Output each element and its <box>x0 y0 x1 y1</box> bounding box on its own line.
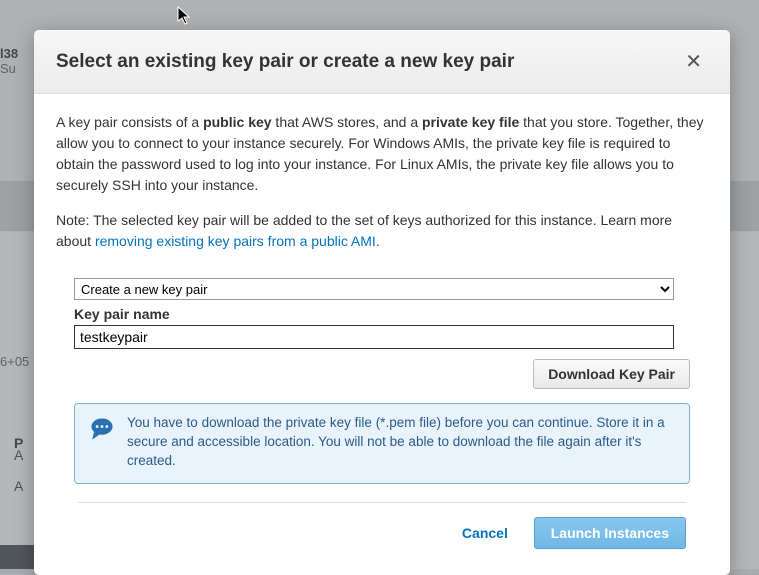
desc-text: A key pair consists of a <box>56 114 203 130</box>
modal-title: Select an existing key pair or create a … <box>56 51 514 73</box>
info-text: You have to download the <box>127 415 286 430</box>
remove-keypairs-link[interactable]: removing existing key pairs from a publi… <box>95 233 376 249</box>
form-area: Create a new key pair Key pair name Down… <box>34 276 730 575</box>
public-key-term: public key <box>203 114 271 130</box>
info-bold: private key file <box>286 415 372 430</box>
cancel-button[interactable]: Cancel <box>446 518 524 548</box>
description-paragraph-2: Note: The selected key pair will be adde… <box>56 210 708 252</box>
info-bubble-icon <box>89 416 115 442</box>
desc-text: . <box>376 233 380 249</box>
desc-text: that AWS stores, and a <box>272 114 422 130</box>
modal-body: A key pair consists of a public key that… <box>34 94 730 276</box>
keypair-modal: Select an existing key pair or create a … <box>34 30 730 575</box>
download-keypair-button[interactable]: Download Key Pair <box>533 359 690 389</box>
close-icon[interactable]: ✕ <box>679 47 708 76</box>
keypair-select-row: Create a new key pair <box>74 278 708 300</box>
modal-header: Select an existing key pair or create a … <box>34 30 730 94</box>
private-key-term: private key file <box>422 114 519 130</box>
info-message: You have to download the private key fil… <box>127 414 675 471</box>
keypair-action-select[interactable]: Create a new key pair <box>74 278 674 300</box>
info-box: You have to download the private key fil… <box>74 403 690 484</box>
description-paragraph-1: A key pair consists of a public key that… <box>56 112 708 196</box>
info-text: (*.pem file) before you can continue. <box>372 415 596 430</box>
keypair-name-input[interactable] <box>74 325 674 349</box>
keypair-name-label: Key pair name <box>74 306 708 322</box>
launch-instances-button[interactable]: Launch Instances <box>534 517 686 549</box>
modal-footer: Cancel Launch Instances <box>78 502 686 565</box>
download-row: Download Key Pair <box>56 359 690 389</box>
